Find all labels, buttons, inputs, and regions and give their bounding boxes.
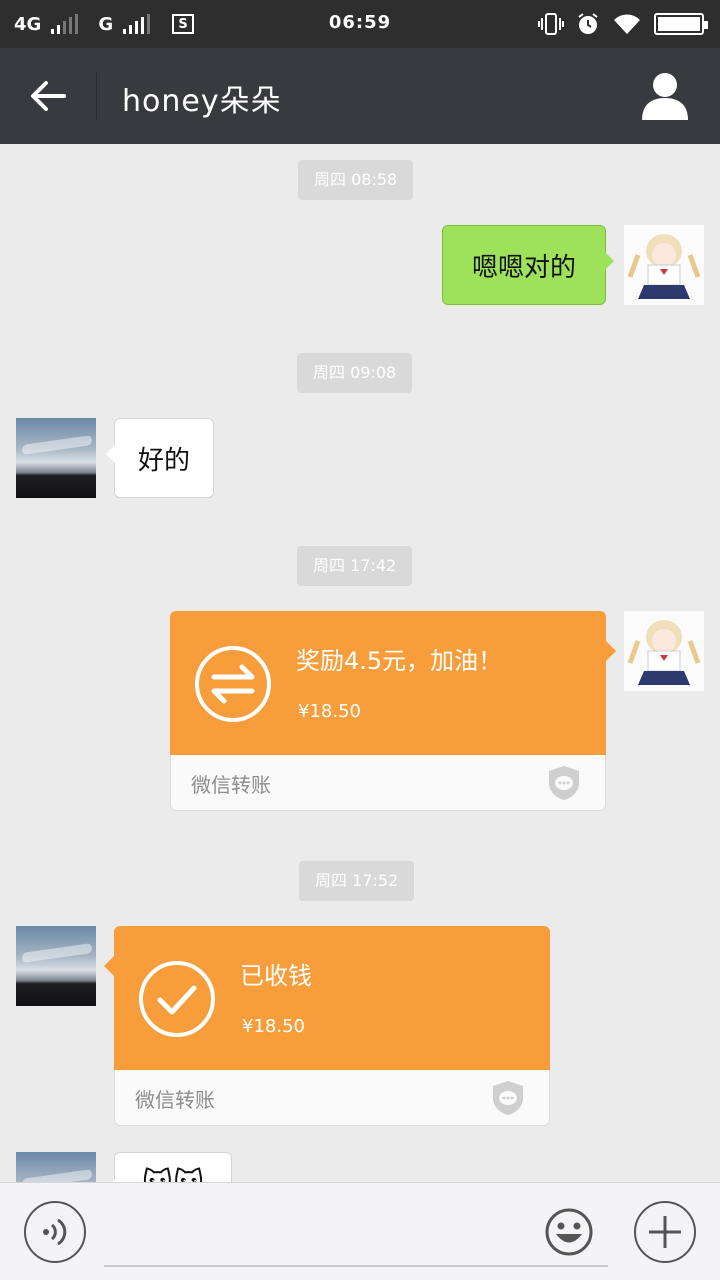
- transfer-amount: ¥18.50: [298, 701, 361, 722]
- wechat-shield-icon: [549, 766, 579, 800]
- emoji-button[interactable]: [538, 1201, 600, 1263]
- emoji-icon: [545, 1208, 593, 1256]
- transfer-card-received[interactable]: 已收钱 ¥18.50 微信转账: [104, 926, 550, 1126]
- anime-girl-avatar-icon: [627, 620, 701, 685]
- sticker-content: 🐱🐱: [142, 1167, 205, 1182]
- chat-area[interactable]: 周四 08:58 嗯嗯对的 周四 09:08 好的 周四 17:42 奖励4.5…: [0, 144, 720, 1182]
- my-avatar[interactable]: [624, 225, 704, 305]
- back-button[interactable]: [24, 72, 72, 120]
- sent-message-bubble[interactable]: 嗯嗯对的: [442, 225, 614, 305]
- message-input[interactable]: [104, 1197, 608, 1267]
- plus-icon: [649, 1216, 681, 1248]
- vibrate-icon: [538, 13, 564, 35]
- timestamp: 周四 09:08: [297, 353, 413, 393]
- status-right: [538, 10, 708, 38]
- transfer-icon: [195, 646, 271, 722]
- input-bar: [0, 1182, 720, 1280]
- plus-button[interactable]: [634, 1201, 696, 1263]
- transfer-title: 奖励4.5元，加油！: [296, 647, 503, 675]
- wechat-shield-icon: [493, 1081, 523, 1115]
- battery-icon: [654, 13, 708, 35]
- arrow-left-icon: [31, 81, 66, 111]
- my-avatar[interactable]: [624, 611, 704, 691]
- timestamp: 周四 08:58: [298, 160, 414, 200]
- person-icon: [642, 73, 688, 120]
- transfer-title: 已收钱: [240, 962, 312, 990]
- check-icon: [139, 961, 215, 1037]
- received-message-bubble[interactable]: 好的: [106, 418, 214, 498]
- contact-avatar[interactable]: [16, 418, 96, 498]
- message-text: 嗯嗯对的: [471, 252, 576, 283]
- transfer-amount: ¥18.50: [242, 1016, 305, 1037]
- transfer-card-sent[interactable]: 奖励4.5元，加油！ ¥18.50 微信转账: [170, 611, 616, 811]
- transfer-label: 微信转账: [135, 1088, 215, 1112]
- message-text: 好的: [137, 445, 190, 476]
- contact-avatar[interactable]: [16, 926, 96, 1006]
- sticker-bubble[interactable]: 🐱🐱: [106, 1152, 232, 1182]
- transfer-card-footer: 微信转账: [114, 1070, 550, 1126]
- transfer-card-footer: 微信转账: [170, 755, 606, 811]
- wifi-icon: [614, 14, 640, 34]
- transfer-card-header: 奖励4.5元，加油！ ¥18.50: [170, 611, 606, 755]
- chat-title: honey朵朵: [122, 84, 282, 119]
- transfer-label: 微信转账: [191, 773, 271, 797]
- voice-icon: [43, 1218, 67, 1246]
- anime-girl-avatar-icon: [627, 234, 701, 299]
- contact-avatar[interactable]: [16, 1152, 96, 1182]
- title-bar: honey朵朵: [0, 48, 720, 144]
- timestamp: 周四 17:52: [299, 861, 415, 901]
- alarm-icon: [578, 13, 598, 34]
- transfer-card-header: 已收钱 ¥18.50: [114, 926, 550, 1070]
- status-bar: 4G G S 06:59: [0, 0, 720, 48]
- profile-button[interactable]: [640, 70, 690, 122]
- title-divider: [96, 72, 97, 120]
- voice-button[interactable]: [24, 1201, 86, 1263]
- timestamp: 周四 17:42: [297, 546, 413, 586]
